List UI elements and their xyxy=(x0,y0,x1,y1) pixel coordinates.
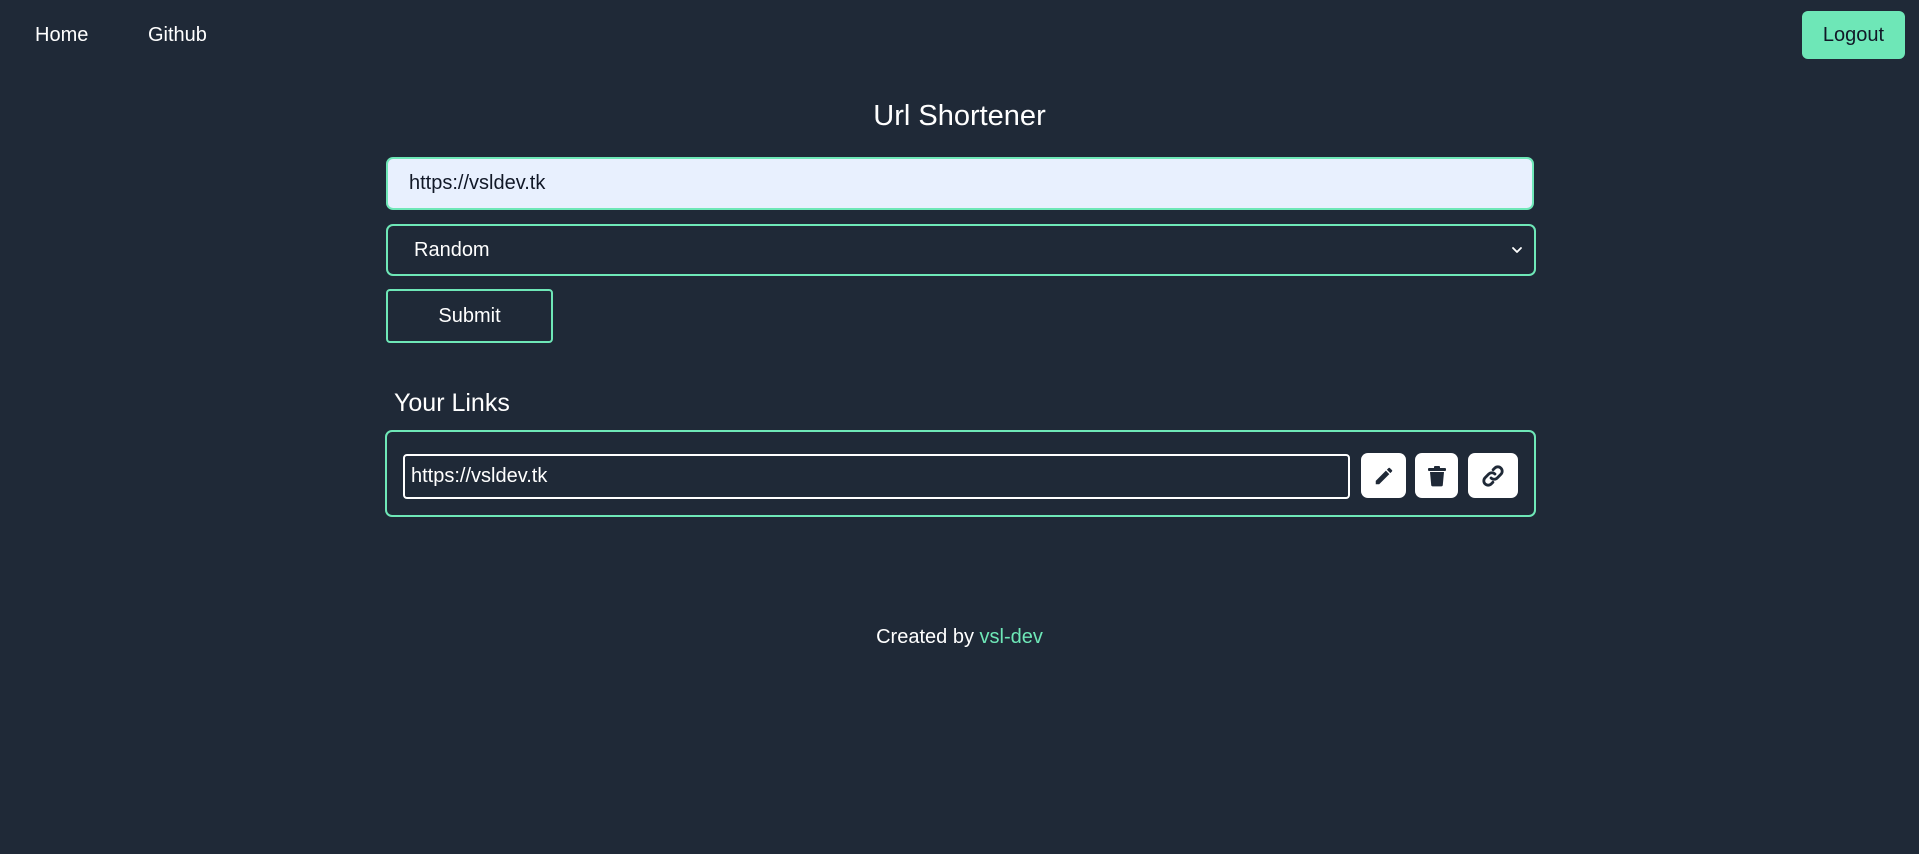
page-title: Url Shortener xyxy=(873,100,1046,132)
chevron-down-icon xyxy=(1512,247,1522,253)
logout-button[interactable]: Logout xyxy=(1802,11,1905,59)
footer-credit-text: Created by xyxy=(876,626,974,648)
mode-select[interactable]: Random xyxy=(386,224,1536,276)
delete-link-button[interactable] xyxy=(1415,453,1458,498)
short-link-field[interactable] xyxy=(403,454,1350,499)
author-link[interactable]: vsl-dev xyxy=(980,626,1043,648)
link-item xyxy=(385,430,1536,517)
copy-link-button[interactable] xyxy=(1468,453,1518,498)
link-icon xyxy=(1482,464,1504,487)
nav-github-link[interactable]: Github xyxy=(148,24,207,47)
trash-icon xyxy=(1427,465,1446,486)
mode-select-value: Random xyxy=(414,238,490,261)
url-input[interactable] xyxy=(386,157,1534,210)
links-heading: Your Links xyxy=(394,389,510,417)
footer: Created by vsl-dev xyxy=(0,626,1919,649)
edit-link-button[interactable] xyxy=(1361,453,1406,498)
submit-button[interactable]: Submit xyxy=(386,289,553,343)
nav-home-link[interactable]: Home xyxy=(35,24,88,47)
pencil-icon xyxy=(1375,467,1392,484)
